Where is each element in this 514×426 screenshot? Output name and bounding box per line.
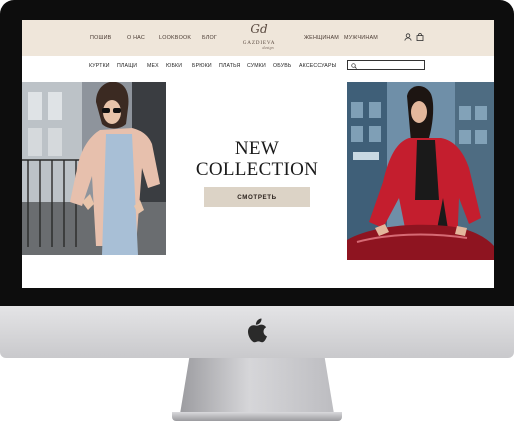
hero-title-line1: NEW bbox=[234, 138, 280, 159]
view-collection-button[interactable]: СМОТРЕТЬ bbox=[204, 187, 310, 207]
category-coats[interactable]: ПЛАЩИ bbox=[117, 63, 137, 69]
category-skirts[interactable]: ЮБКИ bbox=[166, 63, 182, 69]
category-jackets[interactable]: КУРТКИ bbox=[89, 63, 110, 69]
category-accessories[interactable]: АКСЕССУАРЫ bbox=[299, 63, 336, 69]
brand-logo[interactable]: Gd GAZDIEVA design bbox=[235, 22, 283, 54]
monitor-stand bbox=[180, 358, 334, 414]
nav-link-men[interactable]: МУЖЧИНАМ bbox=[344, 35, 378, 41]
nav-link-women[interactable]: ЖЕНЩИНАМ bbox=[304, 35, 339, 41]
nav-link-blog[interactable]: БЛОГ bbox=[202, 35, 217, 41]
user-icon[interactable] bbox=[404, 33, 412, 41]
hero-title: NEW COLLECTION bbox=[172, 138, 342, 180]
category-trousers[interactable]: БРЮКИ bbox=[192, 63, 212, 69]
brand-tagline: design bbox=[262, 46, 274, 50]
category-fur[interactable]: МЕХ bbox=[147, 63, 159, 69]
search-icon[interactable] bbox=[351, 62, 357, 69]
hero-photo-left bbox=[22, 82, 166, 255]
category-shoes[interactable]: ОБУВЬ bbox=[273, 63, 291, 69]
search-input[interactable] bbox=[347, 60, 425, 70]
monitor-stand-base bbox=[172, 412, 342, 421]
category-dresses[interactable]: ПЛАТЬЯ bbox=[219, 63, 240, 69]
nav-link-tailoring[interactable]: ПОШИВ bbox=[90, 35, 111, 41]
website-screen: ПОШИВ О НАС LOOKBOOK БЛОГ Gd GAZDIEVA de… bbox=[22, 20, 494, 288]
bag-icon[interactable] bbox=[416, 33, 424, 41]
category-bags[interactable]: СУМКИ bbox=[247, 63, 266, 69]
hero-photo-right bbox=[347, 82, 494, 260]
apple-logo-icon bbox=[248, 318, 267, 343]
nav-link-about[interactable]: О НАС bbox=[127, 35, 145, 41]
nav-link-lookbook[interactable]: LOOKBOOK bbox=[159, 35, 191, 41]
site-header: ПОШИВ О НАС LOOKBOOK БЛОГ Gd GAZDIEVA de… bbox=[22, 20, 494, 56]
hero-banner: NEW COLLECTION СМОТРЕТЬ bbox=[172, 82, 342, 260]
hero-title-line2: COLLECTION bbox=[195, 159, 319, 180]
brand-monogram: Gd bbox=[250, 22, 268, 36]
